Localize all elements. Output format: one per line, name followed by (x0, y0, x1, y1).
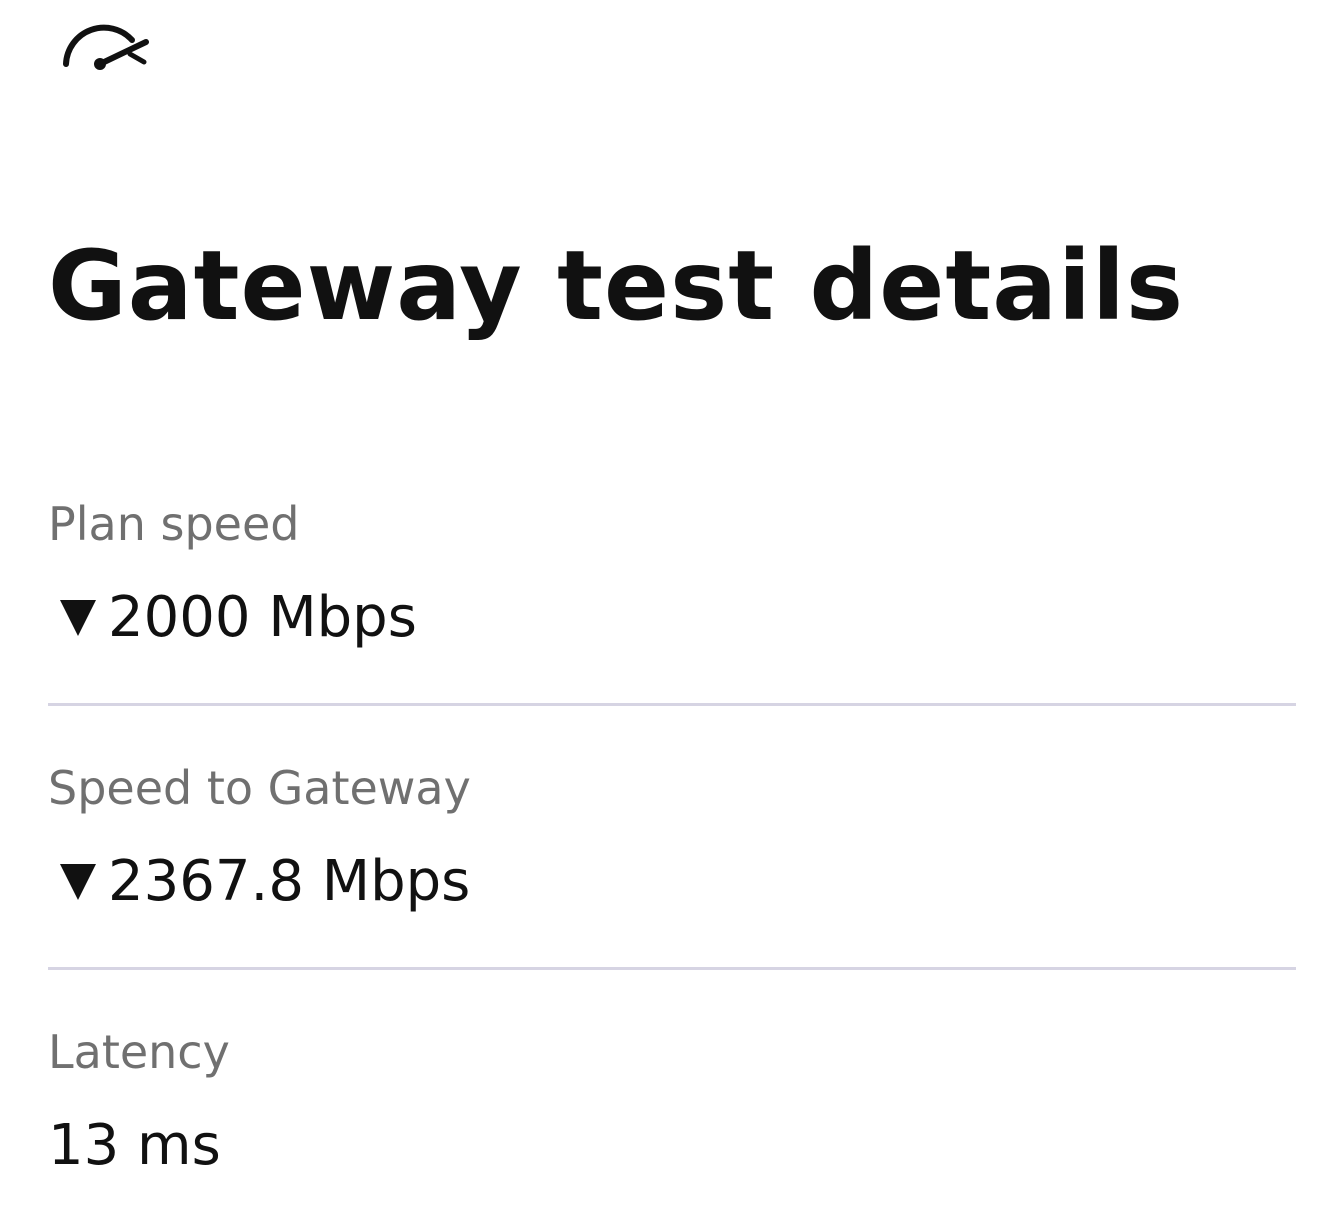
plan-speed-value-row: 2000 Mbps (48, 586, 1296, 650)
gateway-speed-label: Speed to Gateway (48, 761, 471, 815)
latency-label: Latency (48, 1025, 230, 1079)
divider (48, 703, 1296, 706)
download-arrow-icon (60, 864, 96, 900)
latency-row: Latency 13 ms (48, 1024, 1296, 1178)
plan-speed-label: Plan speed (48, 497, 300, 551)
gateway-speed-value-row: 2367.8 Mbps (48, 850, 1296, 914)
latency-value-row: 13 ms (48, 1114, 1296, 1178)
gateway-speed-value: 2367.8 Mbps (108, 849, 471, 914)
gateway-speed-row: Speed to Gateway 2367.8 Mbps (48, 760, 1296, 914)
page-title: Gateway test details (48, 230, 1184, 342)
divider (48, 967, 1296, 970)
plan-speed-row: Plan speed 2000 Mbps (48, 496, 1296, 650)
download-arrow-icon (60, 600, 96, 636)
latency-value: 13 ms (48, 1113, 221, 1178)
speedometer-icon (63, 24, 149, 70)
plan-speed-value: 2000 Mbps (108, 585, 417, 650)
